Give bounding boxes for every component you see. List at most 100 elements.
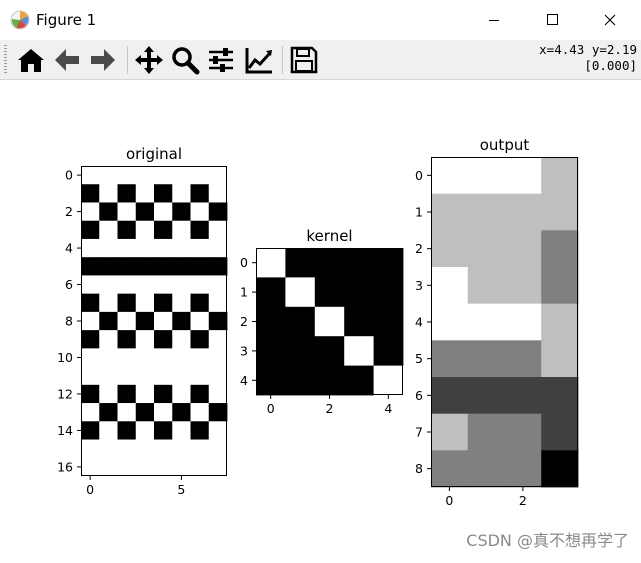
heatmap-cell [117,311,137,331]
minimize-button[interactable] [471,0,517,40]
heatmap-cell [99,184,118,203]
heatmap-cell [154,220,173,240]
heatmap-cell [504,303,542,341]
heatmap-cell [190,311,210,331]
y-tick-label: 16 [57,459,73,474]
heatmap-cell [504,193,542,231]
heatmap-cell [467,157,505,195]
heatmap-cell [99,384,118,404]
heatmap-cell [208,421,228,440]
heatmap-cell [208,457,228,477]
heatmap-cell [154,457,173,477]
heatmap-cell [99,238,118,258]
y-tick-label: 2 [65,204,73,219]
heatmap-cell [431,303,469,341]
heatmap-cell [135,257,155,276]
heatmap-cell [190,184,210,203]
heatmap-cell [208,220,228,240]
heatmap-cell [190,166,210,185]
close-button[interactable] [587,0,633,40]
home-button[interactable] [15,44,47,76]
heatmap-cell [135,457,155,477]
x-tick-label: 2 [519,493,527,508]
heatmap-cell [154,202,173,222]
heatmap-cell [541,413,579,451]
heatmap-cell [99,421,118,440]
heatmap-cell [117,275,137,295]
figure-canvas[interactable]: original 0 5 0 2 4 6 8 10 12 14 16 kernel 0 2 4 0 1 2 3 4 out… [0,80,641,559]
y-tick-label: 7 [415,425,423,440]
heatmap-cell [81,257,100,276]
heatmap-cell [81,457,100,477]
heatmap-cell [431,450,469,488]
y-tick-label: 8 [415,461,423,476]
heatmap-cell [99,293,118,313]
heatmap-cell [208,238,228,258]
subplots-config-button[interactable] [205,44,237,76]
heatmap-cell [99,166,118,185]
forward-button[interactable] [87,44,119,76]
x-tick-label: 4 [384,401,392,416]
panel-title: original [126,145,182,163]
heatmap-cell [135,275,155,295]
forward-arrow-icon [91,49,115,71]
heatmap-cell [314,277,345,308]
heatmap-cell [81,421,100,440]
heatmap-cell [172,202,191,222]
heatmap-cell [154,166,173,185]
y-tick-label: 2 [240,314,248,329]
heatmap-cell [373,306,404,337]
heatmap-cell [117,330,137,349]
heatmap-cell [256,365,286,396]
heatmap-cell [154,257,173,276]
heatmap-cell [135,293,155,313]
heatmap-cell [190,220,210,240]
heatmap-cell [172,184,191,203]
heatmap-cell [504,157,542,195]
watermark: CSDN @真不想再学了 [466,531,629,550]
heatmap-cell [154,403,173,422]
heatmap-cell [208,403,228,422]
heatmap-cell [190,293,210,313]
maximize-button[interactable] [529,0,575,40]
edit-axes-icon [245,48,272,74]
toolbar-separator [282,46,283,74]
heatmap-cell [117,202,137,222]
y-tick-label: 3 [240,343,248,358]
heatmap-cell [344,365,374,396]
heatmap-cell [504,267,542,305]
back-button[interactable] [51,44,83,76]
heatmap-cell [117,439,137,459]
edit-axes-button[interactable] [243,44,275,76]
heatmap-cell [541,267,579,305]
back-arrow-icon [55,49,79,71]
pan-icon [135,46,163,74]
heatmap-cell [431,193,469,231]
zoom-button[interactable] [169,44,201,76]
pan-button[interactable] [133,44,165,76]
panel-title: output [480,136,530,154]
y-tick-label: 3 [415,278,423,293]
heatmap-cell [344,306,374,337]
heatmap-cell [117,366,137,386]
heatmap-cell [135,184,155,203]
heatmap-cell [208,330,228,349]
heatmap-cell [314,336,345,366]
heatmap-cell [135,403,155,422]
heatmap-cell [256,277,286,308]
toolbar-grip[interactable] [4,45,7,74]
heatmap-cell [467,193,505,231]
heatmap-cell [99,257,118,276]
zoom-icon [172,47,200,75]
heatmap-cell [467,267,505,305]
title-bar: Figure 1 [0,0,641,40]
heatmap-cell [467,413,505,451]
heatmap-cell [431,413,469,451]
heatmap-cell [541,193,579,231]
heatmap-cell [99,220,118,240]
heatmap-cell [208,293,228,313]
heatmap-cell [504,230,542,268]
save-button[interactable] [288,44,320,76]
heatmap-cell [504,377,542,415]
heatmap-cell [208,257,228,276]
